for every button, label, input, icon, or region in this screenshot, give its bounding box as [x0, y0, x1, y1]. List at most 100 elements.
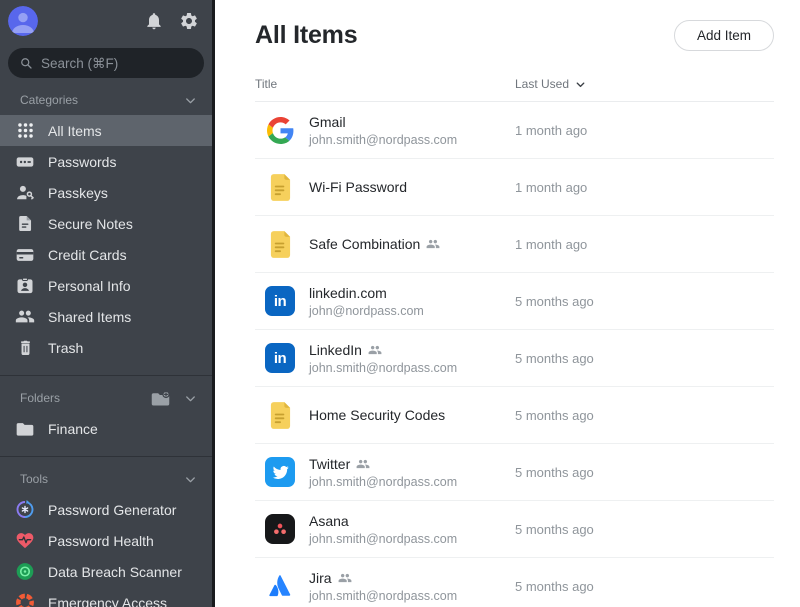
sidebar-item-label: Shared Items: [48, 309, 131, 325]
column-header-last-used[interactable]: Last Used: [515, 77, 587, 91]
sidebar-item-secure-notes[interactable]: Secure Notes: [0, 208, 212, 239]
item-text: Safe Combination: [309, 236, 515, 252]
sort-chevron-icon: [574, 78, 587, 91]
sidebar-item-label: Passkeys: [48, 185, 108, 201]
item-row-linkedin[interactable]: inLinkedInjohn.smith@nordpass.com5 month…: [255, 330, 774, 387]
password-card-icon: [15, 152, 35, 172]
search-input[interactable]: [41, 56, 193, 71]
item-row-gmail[interactable]: Gmail john.smith@nordpass.com1 month ago: [255, 102, 774, 159]
passkey-icon: [15, 183, 35, 203]
folder-icon: [15, 419, 35, 439]
search-icon: [19, 56, 34, 71]
sidebar-item-credit-cards[interactable]: Credit Cards: [0, 239, 212, 270]
item-last-used: 5 months ago: [515, 408, 594, 423]
search-bar[interactable]: [8, 48, 204, 78]
table-header: Title Last Used: [255, 77, 774, 102]
sidebar-item-trash[interactable]: Trash: [0, 332, 212, 363]
item-row-asana[interactable]: Asanajohn.smith@nordpass.com5 months ago: [255, 501, 774, 558]
sidebar-top-bar: [0, 0, 212, 36]
item-row-twitter[interactable]: Twitter john.smith@nordpass.com5 months a…: [255, 444, 774, 501]
sidebar-item-emergency-access[interactable]: Emergency Access: [0, 587, 212, 607]
sidebar-item-label: Finance: [48, 421, 98, 437]
breach-icon: [15, 562, 35, 582]
avatar[interactable]: [8, 6, 38, 36]
add-item-button[interactable]: Add Item: [674, 20, 774, 51]
sidebar-item-password-generator[interactable]: Password Generator: [0, 494, 212, 525]
yellow-note-icon: [265, 229, 295, 259]
item-row-jira[interactable]: Jirajohn.smith@nordpass.com5 months ago: [255, 558, 774, 607]
google-icon: [265, 115, 295, 145]
folders-section-header: Folders: [0, 387, 212, 409]
linkedin-icon: in: [265, 343, 295, 373]
item-text: Gmail john.smith@nordpass.com: [309, 114, 515, 147]
page-title: All Items: [255, 21, 357, 50]
sidebar-item-label: Credit Cards: [48, 247, 127, 263]
sidebar: Categories All Items Passwords Passkeys Sec…: [0, 0, 215, 607]
generator-icon: [15, 500, 35, 520]
add-folder-icon[interactable]: [150, 388, 171, 409]
sidebar-item-personal-info[interactable]: Personal Info: [0, 270, 212, 301]
sidebar-item-label: Personal Info: [48, 278, 131, 294]
item-row-wi-fi-password[interactable]: Wi-Fi Password1 month ago: [255, 159, 774, 216]
sidebar-item-label: Emergency Access: [48, 595, 167, 607]
sidebar-item-data-breach-scanner[interactable]: Data Breach Scanner: [0, 556, 212, 587]
categories-list: All Items Passwords Passkeys Secure Notes Cr…: [0, 115, 212, 363]
sidebar-item-shared-items[interactable]: Shared Items: [0, 301, 212, 332]
item-last-used: 5 months ago: [515, 294, 594, 309]
jira-icon: [265, 571, 295, 601]
item-last-used: 1 month ago: [515, 237, 587, 252]
sidebar-item-label: Passwords: [48, 154, 116, 170]
item-row-safe-combination[interactable]: Safe Combination1 month ago: [255, 216, 774, 273]
item-subtitle: john.smith@nordpass.com: [309, 361, 515, 375]
item-subtitle: john.smith@nordpass.com: [309, 133, 515, 147]
folders-list: Finance: [0, 413, 212, 444]
item-text: Jirajohn.smith@nordpass.com: [309, 570, 515, 603]
item-title: Twitter: [309, 456, 350, 472]
sidebar-item-all-items[interactable]: All Items: [0, 115, 212, 146]
shared-icon: [368, 343, 382, 357]
item-last-used: 5 months ago: [515, 579, 594, 594]
item-text: Asanajohn.smith@nordpass.com: [309, 513, 515, 546]
item-row-home-security-codes[interactable]: Home Security Codes5 months ago: [255, 387, 774, 444]
sidebar-item-label: Trash: [48, 340, 83, 356]
sidebar-item-password-health[interactable]: Password Health: [0, 525, 212, 556]
categories-label: Categories: [20, 93, 78, 107]
item-last-used: 5 months ago: [515, 465, 594, 480]
folders-label: Folders: [20, 391, 60, 405]
twitter-icon: [265, 457, 295, 487]
people-icon: [15, 307, 35, 327]
item-text: Wi-Fi Password: [309, 179, 515, 195]
item-row-linkedin-com[interactable]: in linkedin.com john@nordpass.com5 months …: [255, 273, 774, 330]
sidebar-item-label: Secure Notes: [48, 216, 133, 232]
chevron-down-icon[interactable]: [183, 391, 198, 406]
categories-section-header: Categories: [0, 89, 212, 111]
item-title: Jira: [309, 570, 332, 586]
sidebar-item-finance[interactable]: Finance: [0, 413, 212, 444]
chevron-down-icon[interactable]: [183, 472, 198, 487]
item-text: Twitter john.smith@nordpass.com: [309, 456, 515, 489]
sidebar-item-passkeys[interactable]: Passkeys: [0, 177, 212, 208]
sidebar-item-passwords[interactable]: Passwords: [0, 146, 212, 177]
item-text: linkedin.com john@nordpass.com: [309, 285, 515, 318]
linkedin-icon: in: [265, 286, 295, 316]
item-subtitle: john@nordpass.com: [309, 304, 515, 318]
bell-icon[interactable]: [143, 10, 165, 32]
chevron-down-icon[interactable]: [183, 93, 198, 108]
item-title: Gmail: [309, 114, 346, 130]
item-subtitle: john.smith@nordpass.com: [309, 475, 515, 489]
item-last-used: 1 month ago: [515, 123, 587, 138]
yellow-note-icon: [265, 400, 295, 430]
main-content: All Items Add Item Title Last Used Gmail…: [215, 0, 800, 607]
tools-label: Tools: [20, 472, 48, 486]
item-list: Gmailjohn.smith@nordpass.com1 month agoW…: [255, 102, 774, 607]
shared-icon: [338, 571, 352, 585]
gear-icon[interactable]: [178, 10, 200, 32]
note-icon: [15, 214, 35, 234]
item-title: linkedin.com: [309, 285, 387, 301]
column-header-title: Title: [255, 77, 515, 91]
emergency-icon: [15, 593, 35, 607]
item-text: Home Security Codes: [309, 407, 515, 423]
sidebar-item-label: All Items: [48, 123, 102, 139]
sidebar-item-label: Data Breach Scanner: [48, 564, 182, 580]
item-text: LinkedInjohn.smith@nordpass.com: [309, 342, 515, 375]
